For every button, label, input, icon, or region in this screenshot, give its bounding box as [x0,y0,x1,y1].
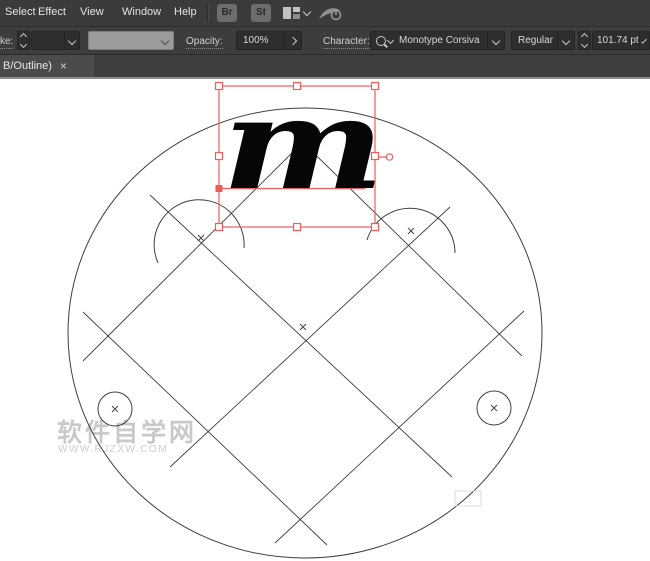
tab-close-icon[interactable]: × [60,59,67,73]
font-style-dropdown[interactable]: Regular [511,31,575,50]
guide-line-bottom-right [274,310,525,544]
letter-m-text-object[interactable]: m [222,79,385,218]
search-icon [376,35,386,46]
menu-bar: Select Effect View Window Help Br St [0,0,650,27]
font-family-value: Monotype Corsiva [399,35,480,46]
bridge-button[interactable]: Br [217,4,237,22]
x-marker [197,234,205,242]
chevron-down-icon [491,36,501,45]
chevron-right-icon [288,36,298,45]
document-tab[interactable]: B/Outline) × [0,55,94,77]
font-size-value: 101.74 pt [597,35,639,46]
share-screen-icon[interactable] [317,4,343,22]
x-marker [490,404,498,412]
stepper-up-icon [580,32,589,40]
guide-line-middle-slash [169,206,451,468]
font-size-stepper[interactable] [578,31,591,50]
chevron-down-icon [67,36,77,45]
workspace-pane [293,14,300,19]
workspace-pane [293,7,300,12]
opacity-field[interactable]: 100% [236,31,302,50]
handle-bottom-left [214,222,224,232]
watermark-url: WWW.RJZXW.COM [58,444,168,455]
workspace-pane [283,7,291,19]
menu-window[interactable]: Window [122,6,161,18]
stock-button[interactable]: St [251,4,271,22]
center-point-markers [111,227,498,413]
x-marker [111,405,119,413]
character-label[interactable]: Character: [323,36,370,49]
search-chevron-down-icon [386,36,395,45]
font-style-value: Regular [518,35,554,46]
outline-artwork: 软件自学网 WWW.RJZXW.COM m [57,79,543,559]
x-marker [407,227,415,235]
illustrator-window: Select Effect View Window Help Br St ke: [0,0,650,561]
handle-mid-left [214,151,224,161]
stepper-up-icon [19,32,28,40]
menu-select[interactable]: Select [5,6,36,18]
chevron-down-icon [160,36,170,45]
x-marker [299,323,307,331]
stepper-down-icon [580,41,589,49]
variable-width-profile-dropdown[interactable] [88,31,174,50]
baseline-anchor-handle[interactable] [215,185,223,192]
stroke-stepper[interactable] [17,31,30,50]
control-bar: ke: Opacity: 100% Character: Monotype Co… [0,27,650,79]
opacity-value: 100% [243,35,269,46]
handle-top-center [292,81,302,91]
handle-bottom-right [370,222,380,232]
chevron-down-icon [561,36,571,45]
menu-help[interactable]: Help [174,6,197,18]
menu-separator [207,4,209,22]
handle-mid-right [370,151,380,161]
watermark-title: 软件自学网 [57,418,197,447]
font-size-field[interactable]: 101.74 pt [592,31,650,50]
document-tab-bar: B/Outline) × [0,55,650,77]
rotation-handle[interactable] [385,153,394,161]
stroke-label[interactable]: ke: [0,36,14,49]
menu-effect[interactable]: Effect [38,6,66,18]
handle-top-right [370,81,380,91]
workspace-chevron-down-icon[interactable] [302,7,312,17]
stroke-weight-dropdown[interactable] [31,31,80,50]
chevron-down-icon [641,37,647,44]
artboard-canvas[interactable]: 软件自学网 WWW.RJZXW.COM m [0,79,650,561]
workspace-switcher-icon[interactable] [283,7,300,19]
document-tab-title: B/Outline) [3,60,52,72]
handle-top-left [214,81,224,91]
font-family-dropdown[interactable]: Monotype Corsiva [370,31,505,50]
opacity-label[interactable]: Opacity: [186,36,223,49]
handle-bottom-center [292,222,302,232]
stepper-down-icon [19,41,28,49]
menu-view[interactable]: View [80,6,104,18]
